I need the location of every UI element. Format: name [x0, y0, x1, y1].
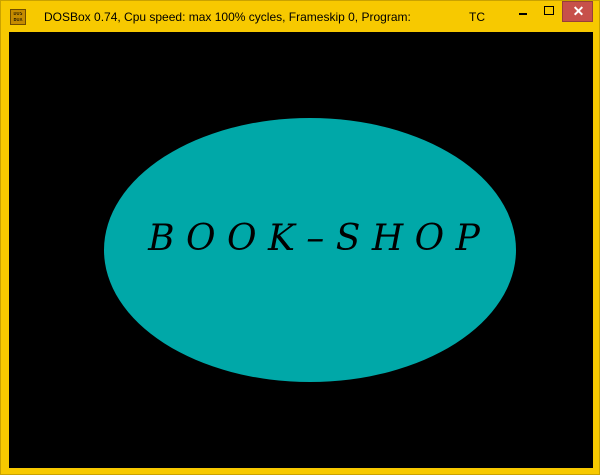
icon-label-top: DOS: [13, 12, 23, 17]
close-button[interactable]: ✕: [562, 1, 593, 22]
maximize-button[interactable]: [536, 1, 562, 22]
book-shop-title: B O O K – S H O P: [147, 218, 480, 259]
dosbox-icon[interactable]: DOS BOX: [10, 9, 26, 25]
program-name: TC: [469, 10, 485, 24]
graphics-display: B O O K – S H O P: [9, 32, 593, 468]
window-title: DOSBox 0.74, Cpu speed: max 100% cycles,…: [44, 10, 411, 24]
dosbox-window: DOS BOX DOSBox 0.74, Cpu speed: max 100%…: [0, 0, 600, 475]
minimize-icon: [519, 13, 527, 15]
icon-label-bottom: BOX: [13, 18, 23, 23]
title-bar[interactable]: DOS BOX DOSBox 0.74, Cpu speed: max 100%…: [1, 1, 599, 32]
minimize-button[interactable]: [510, 1, 536, 22]
close-icon: ✕: [572, 3, 585, 19]
maximize-icon: [544, 6, 554, 15]
dos-screen[interactable]: B O O K – S H O P: [9, 32, 593, 468]
